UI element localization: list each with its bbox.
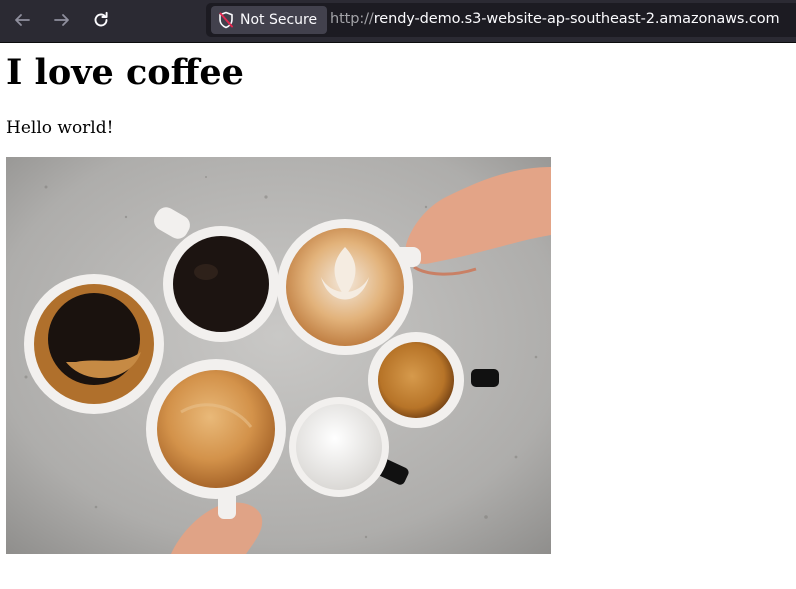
page-title: I love coffee (6, 52, 244, 93)
url-text[interactable]: http://rendy-demo.s3-website-ap-southeas… (330, 11, 780, 27)
back-button[interactable] (6, 5, 38, 35)
reload-icon (94, 11, 108, 27)
insecure-shield-icon (219, 11, 233, 29)
url-scheme: http:// (330, 11, 374, 27)
url-host: rendy-demo.s3-website-ap-southeast-2.ama… (373, 11, 780, 27)
forward-button[interactable] (46, 5, 78, 35)
page-paragraph: Hello world! (6, 118, 114, 138)
security-label: Not Secure (240, 12, 318, 28)
address-bar[interactable]: Not Secure http://rendy-demo.s3-website-… (206, 3, 796, 37)
arrow-left-icon (15, 14, 30, 26)
browser-toolbar: Not Secure http://rendy-demo.s3-website-… (0, 0, 796, 43)
reload-button[interactable] (85, 5, 117, 35)
arrow-right-icon (54, 14, 69, 26)
security-indicator[interactable]: Not Secure (211, 6, 327, 34)
coffee-cups-image (6, 157, 551, 554)
